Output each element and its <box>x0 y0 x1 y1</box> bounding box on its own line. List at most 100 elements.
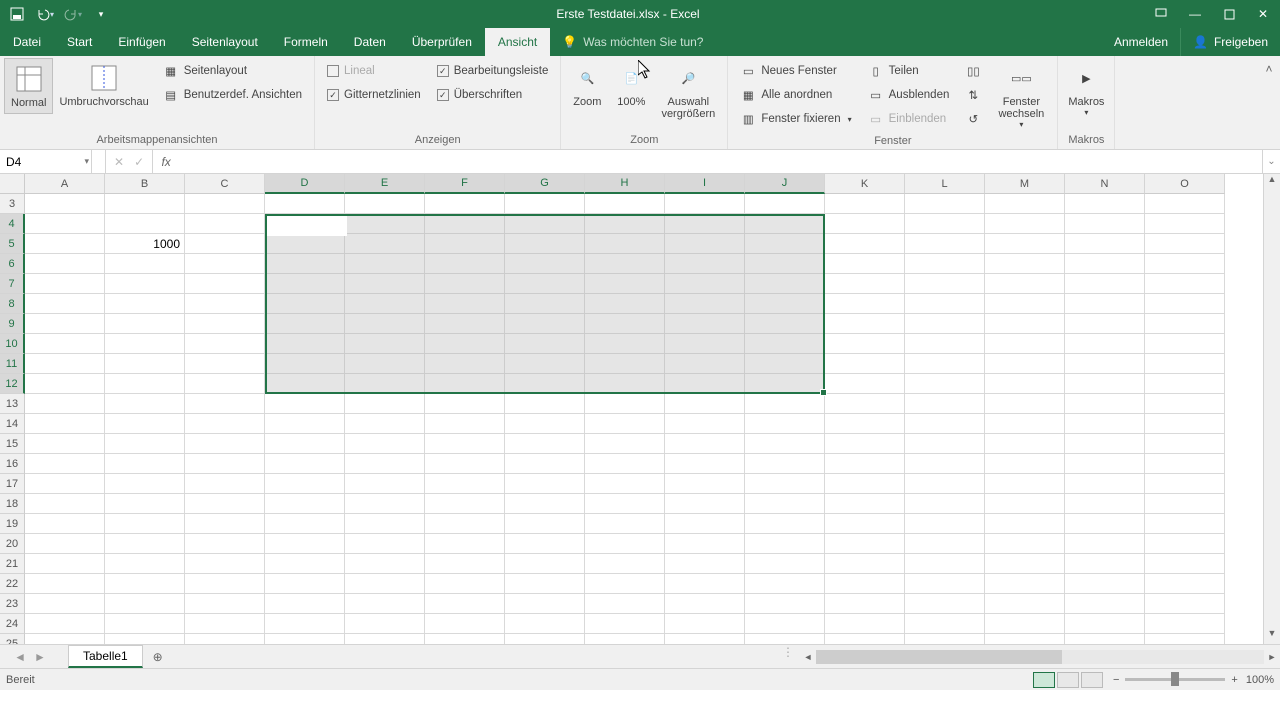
cell[interactable] <box>185 394 265 414</box>
fx-icon[interactable]: fx <box>153 150 179 173</box>
cell[interactable] <box>985 634 1065 644</box>
cell[interactable] <box>745 234 825 254</box>
cell[interactable] <box>25 534 105 554</box>
cell[interactable] <box>185 334 265 354</box>
cell[interactable] <box>1145 274 1225 294</box>
cell[interactable] <box>825 194 905 214</box>
column-header[interactable]: C <box>185 174 265 194</box>
cell[interactable] <box>745 494 825 514</box>
cell[interactable] <box>105 214 185 234</box>
cell[interactable] <box>665 534 745 554</box>
cell[interactable] <box>905 614 985 634</box>
cell[interactable] <box>25 194 105 214</box>
cell[interactable] <box>985 354 1065 374</box>
cell[interactable] <box>905 494 985 514</box>
cell[interactable] <box>185 474 265 494</box>
redo-icon[interactable]: ▾ <box>62 3 84 25</box>
name-box[interactable]: D4▾ <box>0 150 92 173</box>
cell[interactable] <box>1065 294 1145 314</box>
cell[interactable] <box>185 254 265 274</box>
cell[interactable] <box>505 614 585 634</box>
cell[interactable] <box>425 394 505 414</box>
cell[interactable] <box>905 394 985 414</box>
cell[interactable] <box>665 334 745 354</box>
cell[interactable] <box>105 274 185 294</box>
ribbon-options-icon[interactable] <box>1144 0 1178 28</box>
cell[interactable] <box>345 634 425 644</box>
cell[interactable] <box>745 454 825 474</box>
cell[interactable] <box>585 274 665 294</box>
cell[interactable] <box>745 634 825 644</box>
cell[interactable] <box>185 374 265 394</box>
tab-view[interactable]: Ansicht <box>485 28 550 56</box>
cell[interactable] <box>985 534 1065 554</box>
cell[interactable] <box>1145 574 1225 594</box>
cell[interactable] <box>745 594 825 614</box>
cell[interactable] <box>985 234 1065 254</box>
cell[interactable] <box>25 394 105 414</box>
pagelayout-view-button[interactable]: ▦Seitenlayout <box>159 60 306 82</box>
cell[interactable] <box>745 554 825 574</box>
cell[interactable] <box>665 394 745 414</box>
signin-button[interactable]: Anmelden <box>1102 28 1180 56</box>
cell[interactable] <box>665 514 745 534</box>
new-window-button[interactable]: ▭Neues Fenster <box>736 60 855 82</box>
cell[interactable] <box>1065 234 1145 254</box>
cell[interactable] <box>265 454 345 474</box>
zoom-100-button[interactable]: 📄100% <box>609 58 653 112</box>
cell[interactable] <box>905 474 985 494</box>
cell[interactable] <box>1065 534 1145 554</box>
cell[interactable] <box>745 534 825 554</box>
cell[interactable] <box>985 374 1065 394</box>
cell[interactable] <box>1065 354 1145 374</box>
cell[interactable] <box>105 554 185 574</box>
cell[interactable] <box>745 274 825 294</box>
cell[interactable] <box>25 354 105 374</box>
cell[interactable] <box>905 554 985 574</box>
cell[interactable] <box>345 434 425 454</box>
cell[interactable] <box>1145 554 1225 574</box>
hide-button[interactable]: ▭Ausblenden <box>864 84 954 106</box>
expand-formula-icon[interactable]: ⌄ <box>1262 150 1280 173</box>
cell[interactable] <box>345 254 425 274</box>
row-header[interactable]: 12 <box>0 374 25 394</box>
cell[interactable] <box>585 254 665 274</box>
tab-data[interactable]: Daten <box>341 28 399 56</box>
add-sheet-icon[interactable]: ⊕ <box>143 645 173 668</box>
cell[interactable] <box>1145 594 1225 614</box>
cell[interactable] <box>745 614 825 634</box>
cell[interactable] <box>1065 514 1145 534</box>
cell[interactable] <box>1145 414 1225 434</box>
cell[interactable] <box>585 294 665 314</box>
cell[interactable] <box>905 214 985 234</box>
cell[interactable] <box>665 354 745 374</box>
cell[interactable] <box>345 614 425 634</box>
cell[interactable] <box>745 474 825 494</box>
custom-views-button[interactable]: ▤Benutzerdef. Ansichten <box>159 84 306 106</box>
cell[interactable] <box>825 274 905 294</box>
row-header[interactable]: 11 <box>0 354 25 374</box>
cell[interactable] <box>985 194 1065 214</box>
cell[interactable] <box>105 494 185 514</box>
cell[interactable] <box>505 514 585 534</box>
cell[interactable] <box>265 234 345 254</box>
cell[interactable] <box>265 434 345 454</box>
cell[interactable] <box>265 394 345 414</box>
cell[interactable] <box>345 234 425 254</box>
cell[interactable] <box>1145 494 1225 514</box>
cell[interactable] <box>985 474 1065 494</box>
cell[interactable] <box>1145 254 1225 274</box>
cell[interactable] <box>905 534 985 554</box>
tell-me[interactable]: 💡 Was möchten Sie tun? <box>550 28 703 56</box>
cell[interactable] <box>1065 454 1145 474</box>
cell[interactable] <box>105 594 185 614</box>
column-header[interactable]: E <box>345 174 425 194</box>
cell[interactable] <box>905 634 985 644</box>
column-header[interactable]: A <box>25 174 105 194</box>
cell[interactable] <box>505 474 585 494</box>
column-header[interactable]: I <box>665 174 745 194</box>
row-header[interactable]: 15 <box>0 434 25 454</box>
cell[interactable] <box>985 314 1065 334</box>
cell[interactable] <box>25 454 105 474</box>
row-header[interactable]: 24 <box>0 614 25 634</box>
